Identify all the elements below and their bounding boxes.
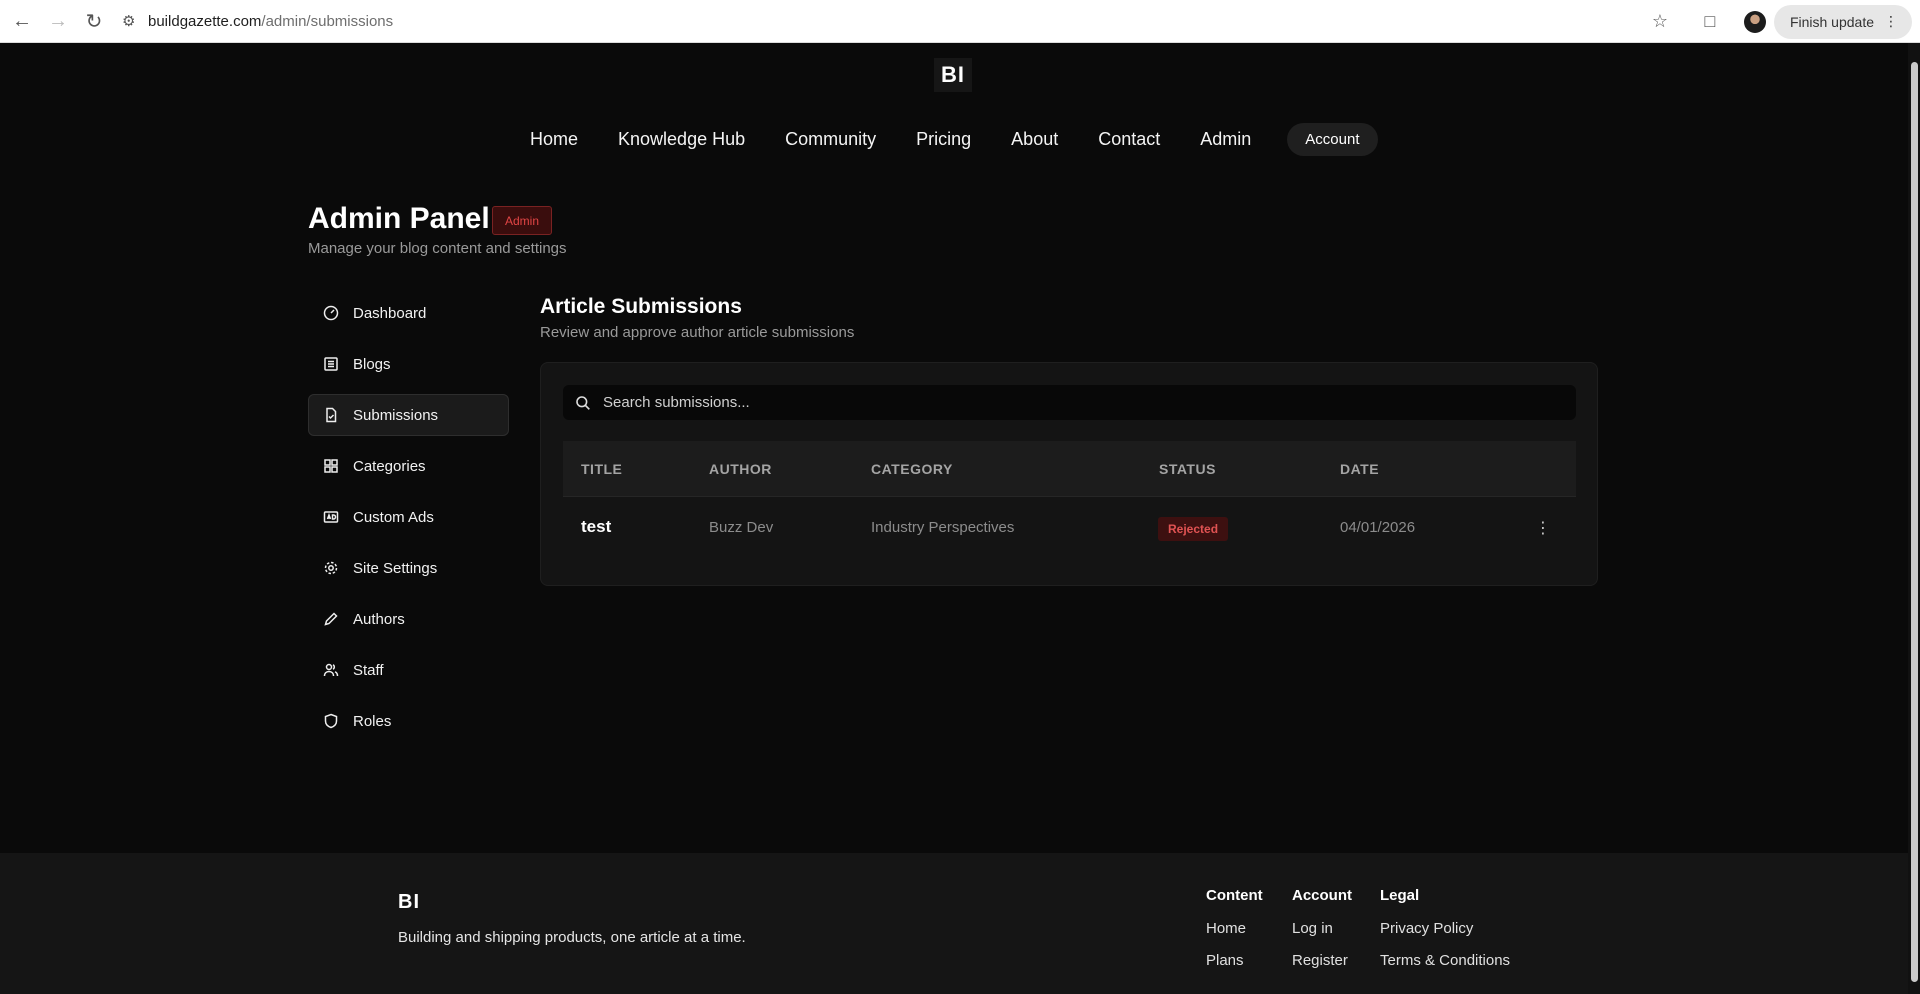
ad-icon	[323, 511, 339, 523]
admin-role-badge: Admin	[492, 206, 553, 235]
main-nav: Home Knowledge Hub Community Pricing Abo…	[530, 123, 1378, 156]
scrollbar-thumb[interactable]	[1911, 62, 1918, 982]
sidebar-item-label: Roles	[353, 712, 392, 730]
submission-title[interactable]: test	[581, 517, 611, 537]
section-subtitle: Review and approve author article submis…	[540, 324, 855, 341]
forward-icon[interactable]: →	[40, 3, 76, 39]
footer-heading: Content	[1206, 887, 1263, 904]
list-icon	[324, 357, 338, 371]
search-box[interactable]	[563, 385, 1576, 420]
sidebar-item-site-settings[interactable]: Site Settings	[308, 547, 509, 589]
nav-knowledge-hub[interactable]: Knowledge Hub	[618, 129, 745, 150]
sidebar-item-label: Categories	[353, 457, 426, 475]
admin-sidebar: Dashboard Blogs Submissions Categories C…	[308, 292, 509, 751]
sidebar-item-label: Custom Ads	[353, 508, 434, 526]
nav-pricing[interactable]: Pricing	[916, 129, 971, 150]
nav-admin[interactable]: Admin	[1200, 129, 1251, 150]
extensions-icon[interactable]: □	[1692, 4, 1728, 40]
submission-category: Industry Perspectives	[871, 519, 1015, 536]
column-header-author[interactable]: AUTHOR	[709, 461, 772, 477]
column-header-title[interactable]: TITLE	[581, 461, 622, 477]
footer-link-register[interactable]: Register	[1292, 952, 1352, 969]
footer-link-terms[interactable]: Terms & Conditions	[1380, 952, 1510, 969]
sidebar-item-submissions[interactable]: Submissions	[308, 394, 509, 436]
page-title: Admin Panel	[308, 202, 490, 235]
footer-link-login[interactable]: Log in	[1292, 920, 1352, 937]
sidebar-item-label: Staff	[353, 661, 384, 679]
nav-community[interactable]: Community	[785, 129, 876, 150]
grid-icon	[324, 459, 338, 473]
search-input[interactable]	[603, 394, 1543, 411]
footer-link-home[interactable]: Home	[1206, 920, 1263, 937]
gear-icon	[324, 561, 338, 575]
finish-update-button[interactable]: Finish update ⋮	[1773, 4, 1912, 39]
table-header: TITLE AUTHOR CATEGORY STATUS DATE	[563, 441, 1576, 497]
users-icon	[323, 663, 339, 677]
dashboard-icon	[323, 305, 339, 321]
footer-heading: Legal	[1380, 887, 1420, 904]
sidebar-item-dashboard[interactable]: Dashboard	[308, 292, 509, 334]
browser-toolbar: ← → ↻ ⚙ buildgazette.com/admin/submissio…	[0, 0, 1920, 43]
footer-link-privacy[interactable]: Privacy Policy	[1380, 920, 1510, 937]
column-header-date[interactable]: DATE	[1340, 461, 1379, 477]
url-host: buildgazette.com	[148, 12, 262, 30]
pencil-icon	[324, 612, 338, 626]
status-badge: Rejected	[1158, 517, 1229, 541]
footer-heading: Account	[1292, 887, 1352, 904]
finish-update-label: Finish update	[1789, 13, 1874, 30]
site-info-icon[interactable]: ⚙	[122, 12, 148, 30]
sidebar-item-categories[interactable]: Categories	[308, 445, 509, 487]
nav-about[interactable]: About	[1011, 129, 1058, 150]
page-scrollbar[interactable]	[1908, 43, 1920, 994]
column-header-status[interactable]: STATUS	[1159, 461, 1216, 477]
footer-column-account: Account Log in Register	[1292, 887, 1352, 984]
sidebar-item-label: Authors	[353, 610, 405, 628]
sidebar-item-roles[interactable]: Roles	[308, 700, 509, 742]
address-bar[interactable]: ⚙ buildgazette.com/admin/submissions	[116, 4, 1676, 38]
site-logo[interactable]: BI	[934, 58, 972, 92]
sidebar-item-label: Site Settings	[353, 559, 438, 577]
reload-icon[interactable]: ↻	[76, 3, 112, 39]
search-icon	[576, 395, 590, 410]
footer-tagline: Building and shipping products, one arti…	[398, 929, 746, 946]
url-path: /admin/submissions	[261, 12, 394, 30]
sidebar-item-label: Blogs	[353, 355, 391, 373]
nav-contact[interactable]: Contact	[1098, 129, 1160, 150]
sidebar-item-blogs[interactable]: Blogs	[308, 343, 509, 385]
column-header-category[interactable]: CATEGORY	[871, 461, 953, 477]
sidebar-item-staff[interactable]: Staff	[308, 649, 509, 691]
sidebar-item-label: Dashboard	[353, 304, 427, 322]
footer-link-plans[interactable]: Plans	[1206, 952, 1263, 969]
shield-icon	[324, 713, 338, 729]
bookmark-star-icon[interactable]: ☆	[1642, 4, 1678, 40]
submission-author: Buzz Dev	[709, 519, 774, 536]
submission-date: 04/01/2026	[1340, 519, 1416, 536]
site-footer: BI Building and shipping products, one a…	[0, 853, 1908, 994]
section-title: Article Submissions	[540, 295, 742, 318]
back-icon[interactable]: ←	[4, 3, 40, 39]
page-subtitle: Manage your blog content and settings	[308, 240, 567, 257]
file-check-icon	[326, 407, 337, 423]
profile-avatar[interactable]	[1743, 10, 1766, 33]
kebab-menu-icon: ⋮	[1884, 13, 1898, 29]
row-actions-icon[interactable]: ⋮	[1531, 515, 1555, 541]
footer-column-legal: Legal Privacy Policy Terms & Conditions	[1380, 887, 1510, 984]
sidebar-item-label: Submissions	[353, 406, 439, 424]
table-row[interactable]: test Buzz Dev Industry Perspectives Reje…	[563, 497, 1576, 559]
sidebar-item-custom-ads[interactable]: Custom Ads	[308, 496, 509, 538]
account-button[interactable]: Account	[1287, 123, 1378, 156]
submissions-card: TITLE AUTHOR CATEGORY STATUS DATE test B…	[540, 362, 1598, 586]
sidebar-item-authors[interactable]: Authors	[308, 598, 509, 640]
nav-home[interactable]: Home	[530, 129, 578, 150]
footer-logo[interactable]: BI	[398, 891, 420, 914]
footer-column-content: Content Home Plans	[1206, 887, 1263, 984]
